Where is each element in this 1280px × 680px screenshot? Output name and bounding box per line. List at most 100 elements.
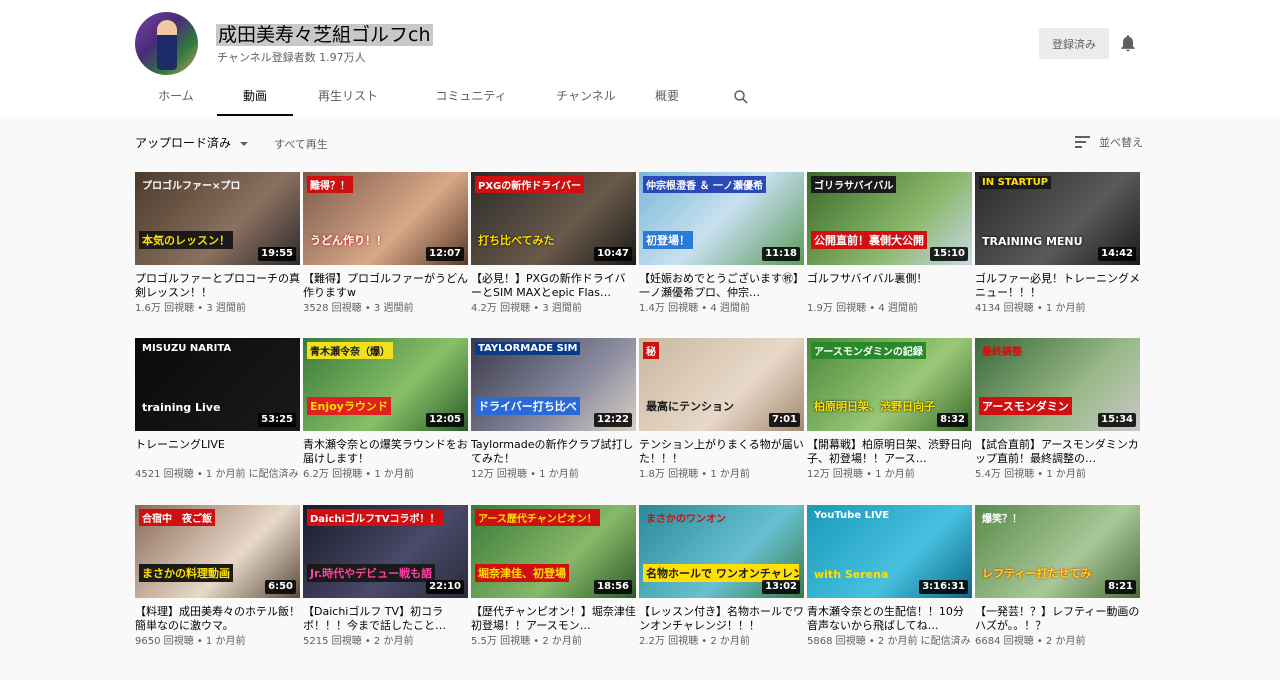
channel-avatar[interactable] <box>135 12 198 75</box>
video-duration: 18:56 <box>594 580 632 594</box>
video-thumbnail[interactable]: 青木瀬令奈（爆） Enjoyラウンド 12:05 <box>303 338 468 431</box>
video-title[interactable]: 【妊娠おめでとうございます㊗】一ノ瀬優希プロ、仲宗… <box>639 272 804 300</box>
video-title[interactable]: 【試合直前】アースモンダミンカップ直前！最終調整の… <box>975 438 1140 466</box>
video-thumbnail[interactable]: 合宿中 夜ご飯 まさかの料理動画 6:50 <box>135 505 300 598</box>
bell-icon[interactable] <box>1118 33 1138 53</box>
video-duration: 10:47 <box>594 247 632 261</box>
video-thumbnail[interactable]: アースモンダミンの記録 柏原明日架、渋野日向子 8:32 <box>807 338 972 431</box>
video-thumbnail[interactable]: 最終調整 アースモンダミン 15:34 <box>975 338 1140 431</box>
video-thumbnail[interactable]: アース歴代チャンピオン！ 堀奈津佳、初登場 18:56 <box>471 505 636 598</box>
video-views: 2.2万 回視聴 <box>639 636 699 647</box>
video-card[interactable]: 爆笑？！ レフティー打たせてみ 8:21 【一発芸！？】レフティー動画のハズが。。！？… <box>975 505 1140 649</box>
video-age: 2 か月前 <box>1045 636 1086 647</box>
thumbnail-caption: 本気のレッスン！ <box>139 231 233 249</box>
video-card[interactable]: 最終調整 アースモンダミン 15:34 【試合直前】アースモンダミンカップ直前！最終調… <box>975 338 1140 482</box>
video-title[interactable]: 【歴代チャンピオン！】堀奈津佳初登場！！アースモン… <box>471 605 636 633</box>
play-all-button[interactable]: すべて再生 <box>274 136 328 152</box>
video-age: 3 週間前 <box>206 303 246 314</box>
video-meta: 5.4万 回視聴 • 1 か月前 <box>975 469 1086 480</box>
video-card[interactable]: ゴリラサバイバル 公開直前！裏側大公開 15:10 ゴルフサバイバル裏側！ 1.9万 回… <box>807 172 972 316</box>
video-meta: 5215 回視聴 • 2 か月前 <box>303 636 414 647</box>
tab-channels[interactable]: チャンネル <box>539 80 633 114</box>
video-age: 1 か月前 <box>1046 469 1086 480</box>
thumbnail-caption: Enjoyラウンド <box>307 397 391 415</box>
video-duration: 6:50 <box>265 580 296 594</box>
video-age: 1 か月前 <box>710 469 750 480</box>
video-meta: 2.2万 回視聴 • 2 か月前 <box>639 636 750 647</box>
video-card[interactable]: DaichiゴルフTVコラボ！！ Jr.時代やデビュー戦も語 22:10 【Daich… <box>303 505 468 649</box>
video-title[interactable]: 【必見！】PXGの新作ドライバーとSIM MAXとepic Flas… <box>471 272 636 300</box>
video-title[interactable]: 青木瀬令奈との生配信！！10分音声ないから飛ばしてね… <box>807 605 972 633</box>
video-title[interactable]: 【一発芸！？】レフティー動画のハズが。。！？ <box>975 605 1140 633</box>
video-card[interactable]: アース歴代チャンピオン！ 堀奈津佳、初登場 18:56 【歴代チャンピオン！】堀奈津佳… <box>471 505 636 649</box>
video-meta: 12万 回視聴 • 1 か月前 <box>807 469 915 480</box>
video-thumbnail[interactable]: YouTube LIVE with Serena 3:16:31 <box>807 505 972 598</box>
video-thumbnail[interactable]: 秘最高にテンション 7:01 <box>639 338 804 431</box>
video-title[interactable]: 【レッスン付き】名物ホールでワンオンチャレンジ！！！ <box>639 605 804 633</box>
video-title[interactable]: 【難得】プロゴルファーがうどん作りますw <box>303 272 468 300</box>
tab-playlists[interactable]: 再生リスト <box>293 80 403 114</box>
video-views: 5.4万 回視聴 <box>975 469 1035 480</box>
video-card[interactable]: 秘最高にテンション 7:01 テンション上がりまくる物が届いた！！！ 1.8万 回視聴… <box>639 338 804 482</box>
video-thumbnail[interactable]: 仲宗根澄香 ＆ 一ノ瀬優希 初登場！ 11:18 <box>639 172 804 265</box>
search-icon[interactable] <box>732 88 750 106</box>
video-card[interactable]: TAYLORMADE SIM ドライバー打ち比べ 12:22 Taylormadeの新… <box>471 338 636 482</box>
video-age: 1 か月前 <box>205 636 246 647</box>
video-age: 3 週間前 <box>542 303 582 314</box>
video-thumbnail[interactable]: TAYLORMADE SIM ドライバー打ち比べ 12:22 <box>471 338 636 431</box>
video-card[interactable]: 仲宗根澄香 ＆ 一ノ瀬優希 初登場！ 11:18 【妊娠おめでとうございます㊗】一ノ瀬… <box>639 172 804 316</box>
sort-button[interactable]: 並べ替え <box>1075 134 1143 150</box>
video-thumbnail[interactable]: 爆笑？！ レフティー打たせてみ 8:21 <box>975 505 1140 598</box>
channel-name: 成田美寿々芝組ゴルフch <box>216 24 433 46</box>
video-card[interactable]: アースモンダミンの記録 柏原明日架、渋野日向子 8:32 【開幕戦】柏原明日架、渋野日… <box>807 338 972 482</box>
video-card[interactable]: プロゴルファー×プロ 本気のレッスン！ 19:55 プロゴルファーとプロコーチの真剣レ… <box>135 172 300 316</box>
video-title[interactable]: 青木瀬令奈との爆笑ラウンドをお届けします！ <box>303 438 468 466</box>
video-title[interactable]: テンション上がりまくる物が届いた！！！ <box>639 438 804 466</box>
video-thumbnail[interactable]: ゴリラサバイバル 公開直前！裏側大公開 15:10 <box>807 172 972 265</box>
video-thumbnail[interactable]: 難得？！ うどん作り！！ 12:07 <box>303 172 468 265</box>
video-thumbnail[interactable]: プロゴルファー×プロ 本気のレッスン！ 19:55 <box>135 172 300 265</box>
thumbnail-top-caption: IN STARTUP <box>979 176 1052 189</box>
video-card[interactable]: MISUZU NARITA training Live 53:25 トレーニングLIV… <box>135 338 300 482</box>
video-thumbnail[interactable]: IN STARTUP TRAINING MENU 14:42 <box>975 172 1140 265</box>
thumbnail-caption: 堀奈津佳、初登場 <box>475 564 569 582</box>
tab-community[interactable]: コミュニティ <box>415 80 527 114</box>
tab-videos[interactable]: 動画 <box>217 80 293 116</box>
tab-home[interactable]: ホーム <box>135 80 217 114</box>
video-card[interactable]: 合宿中 夜ご飯 まさかの料理動画 6:50 【料理】成田美寿々のホテル飯！簡単なのに激… <box>135 505 300 649</box>
video-age: 4 週間前 <box>878 303 918 314</box>
video-title[interactable]: トレーニングLIVE <box>135 438 300 466</box>
video-meta: 1.6万 回視聴 • 3 週間前 <box>135 303 246 314</box>
video-thumbnail[interactable]: MISUZU NARITA training Live 53:25 <box>135 338 300 431</box>
video-thumbnail[interactable]: PXGの新作ドライバー 打ち比べてみた 10:47 <box>471 172 636 265</box>
video-duration: 12:22 <box>594 413 632 427</box>
video-title[interactable]: Taylormadeの新作クラブ試打してみた！ <box>471 438 636 466</box>
video-duration: 3:16:31 <box>919 580 968 594</box>
video-thumbnail[interactable]: まさかのワンオン 名物ホールで ワンオンチャレンジ 13:02 <box>639 505 804 598</box>
video-title[interactable]: 【開幕戦】柏原明日架、渋野日向子、初登場！！アース… <box>807 438 972 466</box>
video-card[interactable]: まさかのワンオン 名物ホールで ワンオンチャレンジ 13:02 【レッスン付き】名物ホ… <box>639 505 804 649</box>
video-age: 2 か月前 <box>542 636 582 647</box>
video-card[interactable]: 難得？！ うどん作り！！ 12:07 【難得】プロゴルファーがうどん作りますw 3528… <box>303 172 468 316</box>
subscribed-button[interactable]: 登録済み <box>1039 28 1109 59</box>
video-views: 5.5万 回視聴 <box>471 636 531 647</box>
uploads-filter[interactable]: アップロード済み <box>135 134 249 151</box>
video-duration: 15:10 <box>930 247 968 261</box>
video-title[interactable]: 【Daichiゴルフ TV】初コラボ！！！今まで話したこと… <box>303 605 468 633</box>
tab-about[interactable]: 概要 <box>645 80 689 114</box>
thumbnail-top-caption: DaichiゴルフTVコラボ！！ <box>307 509 443 526</box>
video-card[interactable]: 青木瀬令奈（爆） Enjoyラウンド 12:05 青木瀬令奈との爆笑ラウンドをお届けし… <box>303 338 468 482</box>
video-age: 2 か月前 <box>373 636 414 647</box>
video-title[interactable]: 【料理】成田美寿々のホテル飯！簡単なのに激ウマ。 <box>135 605 300 633</box>
video-views: 1.6万 回視聴 <box>135 303 195 314</box>
video-meta: 5868 回視聴 • 2 か月前 に配信済み <box>807 636 971 647</box>
video-title[interactable]: ゴルフサバイバル裏側！ <box>807 272 972 300</box>
video-title[interactable]: プロゴルファーとプロコーチの真剣レッスン！！ <box>135 272 300 300</box>
video-card[interactable]: YouTube LIVE with Serena 3:16:31 青木瀬令奈との生配信… <box>807 505 972 649</box>
video-meta: 4.2万 回視聴 • 3 週間前 <box>471 303 582 314</box>
video-card[interactable]: PXGの新作ドライバー 打ち比べてみた 10:47 【必見！】PXGの新作ドライバーと… <box>471 172 636 316</box>
video-duration: 12:07 <box>426 247 464 261</box>
video-card[interactable]: IN STARTUP TRAINING MENU 14:42 ゴルファー必見！トレーニ… <box>975 172 1140 316</box>
video-thumbnail[interactable]: DaichiゴルフTVコラボ！！ Jr.時代やデビュー戦も語 22:10 <box>303 505 468 598</box>
video-title[interactable]: ゴルファー必見！トレーニングメニュー！！！ <box>975 272 1140 300</box>
